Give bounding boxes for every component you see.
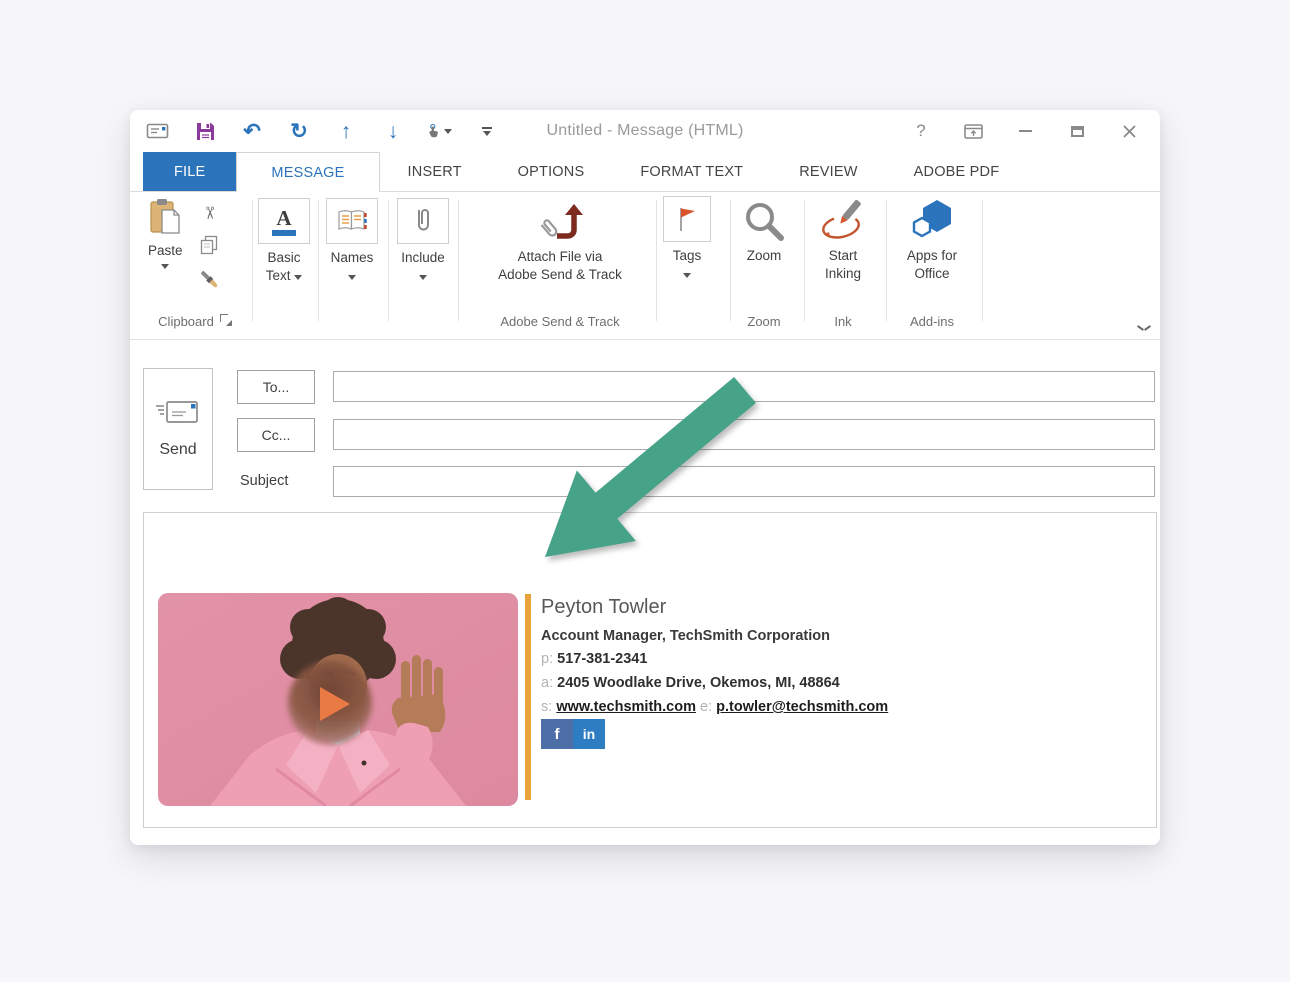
signature-video-thumbnail[interactable]: [158, 593, 518, 806]
signature-divider-bar: [525, 594, 531, 800]
to-input[interactable]: [333, 371, 1155, 402]
person-waving-image: [158, 593, 518, 806]
tab-adobe-pdf[interactable]: ADOBE PDF: [886, 152, 1028, 191]
signature-phone-line: p: 517-381-2341: [541, 647, 1101, 671]
compose-header: Send To... Cc... Subject: [130, 340, 1160, 512]
names-button[interactable]: Names: [322, 198, 382, 285]
signature-email-link[interactable]: p.towler@techsmith.com: [716, 699, 888, 715]
window-controls: ?: [908, 110, 1142, 152]
address-book-icon: [326, 198, 378, 244]
paste-caret-icon: [161, 264, 169, 269]
signature-social-icons: f in: [541, 719, 605, 749]
format-painter-icon: [198, 268, 220, 290]
flag-icon: [663, 196, 711, 242]
adobe-group-label: Adobe Send & Track: [470, 314, 650, 329]
copy-button[interactable]: [196, 232, 222, 258]
cc-button[interactable]: Cc...: [237, 418, 315, 452]
attach-file-adobe-button[interactable]: Attach File viaAdobe Send & Track: [470, 200, 650, 284]
to-button[interactable]: To...: [237, 370, 315, 404]
message-window: ↶ ↻ ↑ ↓ Untitled - Message (HTML) ?: [130, 110, 1160, 845]
signature-address: 2405 Woodlake Drive, Okemos, MI, 48864: [557, 675, 840, 691]
send-button[interactable]: Send: [143, 368, 213, 490]
tab-file[interactable]: FILE: [143, 152, 236, 191]
tab-review[interactable]: REVIEW: [771, 152, 885, 191]
subject-label: Subject: [240, 466, 288, 496]
paperclip-icon: [397, 198, 449, 244]
facebook-icon[interactable]: f: [541, 719, 573, 749]
tags-caret-icon: [683, 273, 691, 278]
close-icon[interactable]: [1116, 118, 1142, 144]
zoom-button[interactable]: Zoom: [736, 200, 792, 265]
signature-links-line: s: www.techsmith.com e: p.towler@techsmi…: [541, 695, 1101, 719]
tab-message[interactable]: MESSAGE: [236, 152, 379, 192]
signature-block: Peyton Towler Account Manager, TechSmith…: [541, 595, 1101, 719]
addins-group-label: Add-ins: [896, 314, 968, 329]
linkedin-icon[interactable]: in: [573, 719, 605, 749]
basic-text-icon: A: [258, 198, 310, 244]
ink-group-label: Ink: [812, 314, 874, 329]
basic-text-caret-icon: [294, 275, 302, 280]
magnifier-icon: [743, 200, 785, 242]
format-painter-button[interactable]: [196, 266, 222, 292]
adobe-send-track-icon: [537, 200, 583, 244]
maximize-icon[interactable]: [1064, 118, 1090, 144]
message-body[interactable]: Peyton Towler Account Manager, TechSmith…: [143, 512, 1157, 828]
copy-icon: [200, 235, 218, 255]
names-caret-icon: [348, 275, 356, 280]
send-envelope-icon: [155, 399, 201, 427]
tags-button[interactable]: Tags: [662, 196, 712, 283]
signature-title-line: Account Manager, TechSmith Corporation: [541, 625, 1101, 647]
tab-insert[interactable]: INSERT: [380, 152, 490, 191]
apps-for-office-button[interactable]: Apps forOffice: [896, 198, 968, 283]
ribbon-display-options-icon[interactable]: [960, 118, 986, 144]
cut-button[interactable]: ✂: [196, 200, 222, 226]
scissors-icon: ✂: [199, 206, 219, 220]
send-label: Send: [159, 441, 196, 459]
apps-for-office-icon: [909, 198, 955, 242]
zoom-group-label: Zoom: [736, 314, 792, 329]
signature-name: Peyton Towler: [541, 595, 1101, 619]
include-button[interactable]: Include: [394, 198, 452, 285]
help-icon[interactable]: ?: [908, 118, 934, 144]
clipboard-group-label: Clipboard: [143, 314, 247, 329]
paste-clipboard-icon: [148, 198, 182, 238]
signature-job-title: Account Manager,: [541, 628, 666, 644]
basic-text-button[interactable]: A BasicText: [256, 198, 312, 285]
subject-input[interactable]: [333, 466, 1155, 497]
clipboard-dialog-launcher-icon[interactable]: [220, 314, 232, 326]
page: { "window": { "title": "Untitled - Messa…: [0, 0, 1290, 982]
tab-format-text[interactable]: FORMAT TEXT: [612, 152, 771, 191]
ink-pen-icon: [819, 200, 867, 242]
signature-company: TechSmith Corporation: [666, 628, 830, 644]
minimize-icon[interactable]: [1012, 118, 1038, 144]
paste-label: Paste: [148, 242, 183, 260]
title-bar: ↶ ↻ ↑ ↓ Untitled - Message (HTML) ?: [130, 110, 1160, 152]
signature-website-link[interactable]: www.techsmith.com: [556, 699, 696, 715]
ribbon-tabs: FILE MESSAGE INSERT OPTIONS FORMAT TEXT …: [130, 152, 1160, 192]
include-caret-icon: [419, 275, 427, 280]
tab-options[interactable]: OPTIONS: [490, 152, 613, 191]
paste-button[interactable]: Paste: [148, 198, 183, 269]
signature-phone: 517-381-2341: [557, 651, 647, 667]
ribbon: Paste ✂ Clipboard A BasicText Names: [130, 192, 1160, 340]
cc-input[interactable]: [333, 419, 1155, 450]
signature-address-line: a: 2405 Woodlake Drive, Okemos, MI, 4886…: [541, 671, 1101, 695]
start-inking-button[interactable]: StartInking: [812, 200, 874, 283]
